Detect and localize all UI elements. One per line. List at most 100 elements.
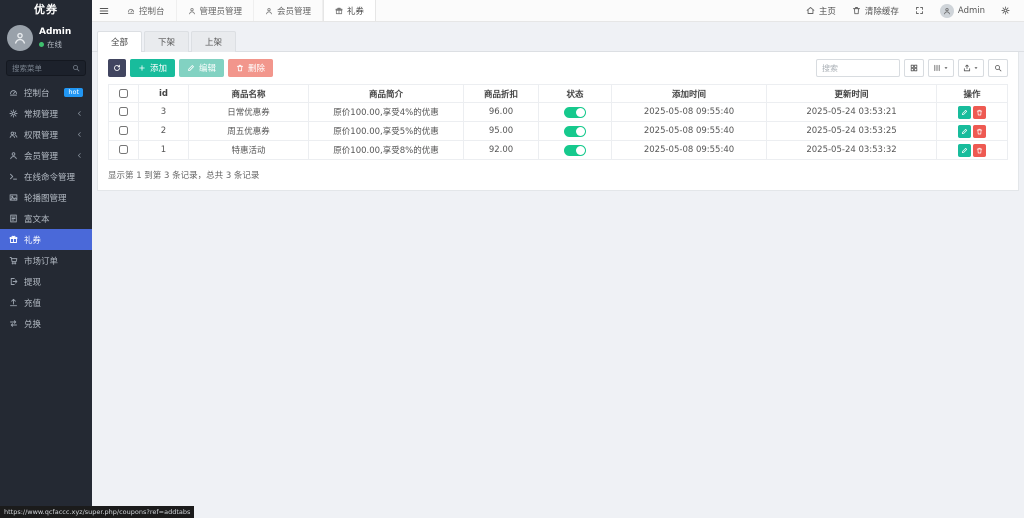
sidebar-item-cart[interactable]: 市场订单 bbox=[0, 250, 92, 271]
row-checkbox[interactable] bbox=[119, 145, 128, 154]
refresh-icon bbox=[113, 64, 121, 72]
sidebar-item-label: 提现 bbox=[24, 277, 42, 288]
row-operate-cell bbox=[936, 121, 1008, 141]
sidebar-item-label: 充值 bbox=[24, 298, 42, 309]
sidebar-item-richtext[interactable]: 富文本 bbox=[0, 208, 92, 229]
sidebar-item-carousel[interactable]: 轮播图管理 bbox=[0, 187, 92, 208]
user-icon bbox=[943, 7, 951, 15]
delete-button[interactable]: 删除 bbox=[228, 59, 274, 77]
cart-icon bbox=[9, 256, 18, 265]
filter-tab-上架[interactable]: 上架 bbox=[191, 31, 237, 52]
status-toggle[interactable] bbox=[564, 144, 586, 156]
refresh-button[interactable] bbox=[108, 59, 126, 77]
row-checkbox[interactable] bbox=[119, 126, 128, 135]
topbar-tab-礼券[interactable]: 礼券 bbox=[323, 0, 377, 21]
chevron-left-icon bbox=[76, 131, 83, 138]
user-panel: Admin 在线 bbox=[0, 20, 92, 57]
row-intro: 原价100.00,享受8%的优惠 bbox=[308, 140, 464, 160]
topbar-tab-会员管理[interactable]: 会员管理 bbox=[254, 0, 324, 21]
columns-button[interactable] bbox=[928, 59, 954, 77]
topbar-tab-控制台[interactable]: 控制台 bbox=[116, 0, 177, 21]
row-select-cell bbox=[108, 140, 139, 160]
settings-button[interactable] bbox=[993, 0, 1018, 21]
table-row[interactable]: 3 日常优惠券 原价100.00,享受4%的优惠 96.00 2025-05-08 09… bbox=[108, 102, 1008, 122]
export-button[interactable] bbox=[958, 59, 984, 77]
table-search-input[interactable] bbox=[816, 59, 900, 77]
user-icon bbox=[9, 151, 18, 160]
export-icon bbox=[963, 64, 971, 72]
carousel-icon bbox=[9, 193, 18, 202]
column-header-id: id bbox=[138, 84, 189, 103]
user-menu[interactable]: Admin bbox=[932, 0, 993, 21]
filter-tab-下架[interactable]: 下架 bbox=[144, 31, 190, 52]
column-header-created: 添加时间 bbox=[611, 84, 767, 103]
add-button[interactable]: 添加 bbox=[130, 59, 176, 77]
sidebar-item-user[interactable]: 会员管理 bbox=[0, 145, 92, 166]
sidebar-search-input[interactable] bbox=[12, 63, 72, 73]
card-view-icon bbox=[910, 64, 918, 72]
pencil-icon bbox=[187, 64, 195, 72]
toggle-view-button[interactable] bbox=[904, 59, 924, 77]
status-toggle[interactable] bbox=[564, 106, 586, 118]
pencil-icon bbox=[961, 147, 968, 154]
sidebar-item-label: 市场订单 bbox=[24, 256, 59, 267]
sidebar-item-withdraw[interactable]: 提现 bbox=[0, 271, 92, 292]
clear-cache-link[interactable]: 清除缓存 bbox=[844, 0, 907, 21]
row-status-cell bbox=[538, 102, 612, 122]
select-all-checkbox[interactable] bbox=[119, 88, 128, 98]
edit-row-button[interactable] bbox=[958, 105, 971, 119]
sidebar-item-label: 权限管理 bbox=[24, 130, 59, 141]
sidebar-item-gift[interactable]: 礼券 bbox=[0, 229, 92, 250]
table-row[interactable]: 2 周五优惠券 原价100.00,享受5%的优惠 95.00 2025-05-08 09… bbox=[108, 121, 1008, 141]
sidebar-item-recharge[interactable]: 充值 bbox=[0, 292, 92, 313]
sidebar-item-gear[interactable]: 常规管理 bbox=[0, 103, 92, 124]
expand-icon bbox=[915, 6, 924, 15]
fullscreen-button[interactable] bbox=[907, 0, 932, 21]
chevron-left-icon bbox=[76, 110, 83, 117]
sidebar-item-label: 会员管理 bbox=[24, 151, 59, 162]
edit-row-button[interactable] bbox=[958, 143, 971, 157]
edit-row-button[interactable] bbox=[958, 124, 971, 138]
row-id: 3 bbox=[138, 102, 189, 122]
topbar-tab-管理员管理[interactable]: 管理员管理 bbox=[177, 0, 255, 21]
edit-button[interactable]: 编辑 bbox=[179, 59, 225, 77]
sidebar-item-exchange[interactable]: 兑换 bbox=[0, 313, 92, 334]
row-discount: 96.00 bbox=[463, 102, 539, 122]
delete-row-button[interactable] bbox=[973, 143, 986, 157]
clear-cache-label: 清除缓存 bbox=[864, 6, 899, 17]
edit-label: 编辑 bbox=[199, 64, 217, 74]
home-label: 主页 bbox=[818, 6, 836, 17]
sidebar-item-dashboard[interactable]: 控制台 hot bbox=[0, 82, 92, 103]
row-intro: 原价100.00,享受5%的优惠 bbox=[308, 121, 464, 141]
row-created: 2025-05-08 09:55:40 bbox=[611, 140, 767, 160]
recharge-icon bbox=[9, 298, 18, 307]
row-operate-cell bbox=[936, 102, 1008, 122]
sidebar-item-users[interactable]: 权限管理 bbox=[0, 124, 92, 145]
gear-icon bbox=[1001, 6, 1010, 15]
search-icon bbox=[72, 64, 80, 72]
table-row[interactable]: 1 特惠活动 原价100.00,享受8%的优惠 92.00 2025-05-08 09:… bbox=[108, 140, 1008, 160]
row-select-cell bbox=[108, 121, 139, 141]
sidebar-item-label: 兑换 bbox=[24, 319, 42, 330]
delete-row-button[interactable] bbox=[973, 124, 986, 138]
column-header-intro: 商品简介 bbox=[308, 84, 464, 103]
filter-tab-全部[interactable]: 全部 bbox=[97, 31, 143, 52]
row-discount: 95.00 bbox=[463, 121, 539, 141]
row-intro: 原价100.00,享受4%的优惠 bbox=[308, 102, 464, 122]
search-button[interactable] bbox=[988, 59, 1008, 77]
column-header-discount: 商品折扣 bbox=[463, 84, 539, 103]
topbar-tabs: 控制台 管理员管理 会员管理 礼券 bbox=[116, 0, 377, 21]
user-status: 在线 bbox=[39, 39, 71, 50]
delete-row-button[interactable] bbox=[973, 105, 986, 119]
home-link[interactable]: 主页 bbox=[798, 0, 844, 21]
row-checkbox[interactable] bbox=[119, 107, 128, 116]
status-toggle[interactable] bbox=[564, 125, 586, 137]
row-updated: 2025-05-24 03:53:25 bbox=[766, 121, 937, 141]
avatar[interactable] bbox=[7, 25, 33, 51]
sidebar-toggle-button[interactable] bbox=[92, 0, 116, 21]
users-icon bbox=[9, 130, 18, 139]
home-icon bbox=[806, 6, 815, 15]
sidebar-item-label: 轮播图管理 bbox=[24, 193, 67, 204]
records-summary: 显示第 1 到第 3 条记录，总共 3 条记录 bbox=[108, 171, 260, 181]
sidebar-item-terminal[interactable]: 在线命令管理 bbox=[0, 166, 92, 187]
